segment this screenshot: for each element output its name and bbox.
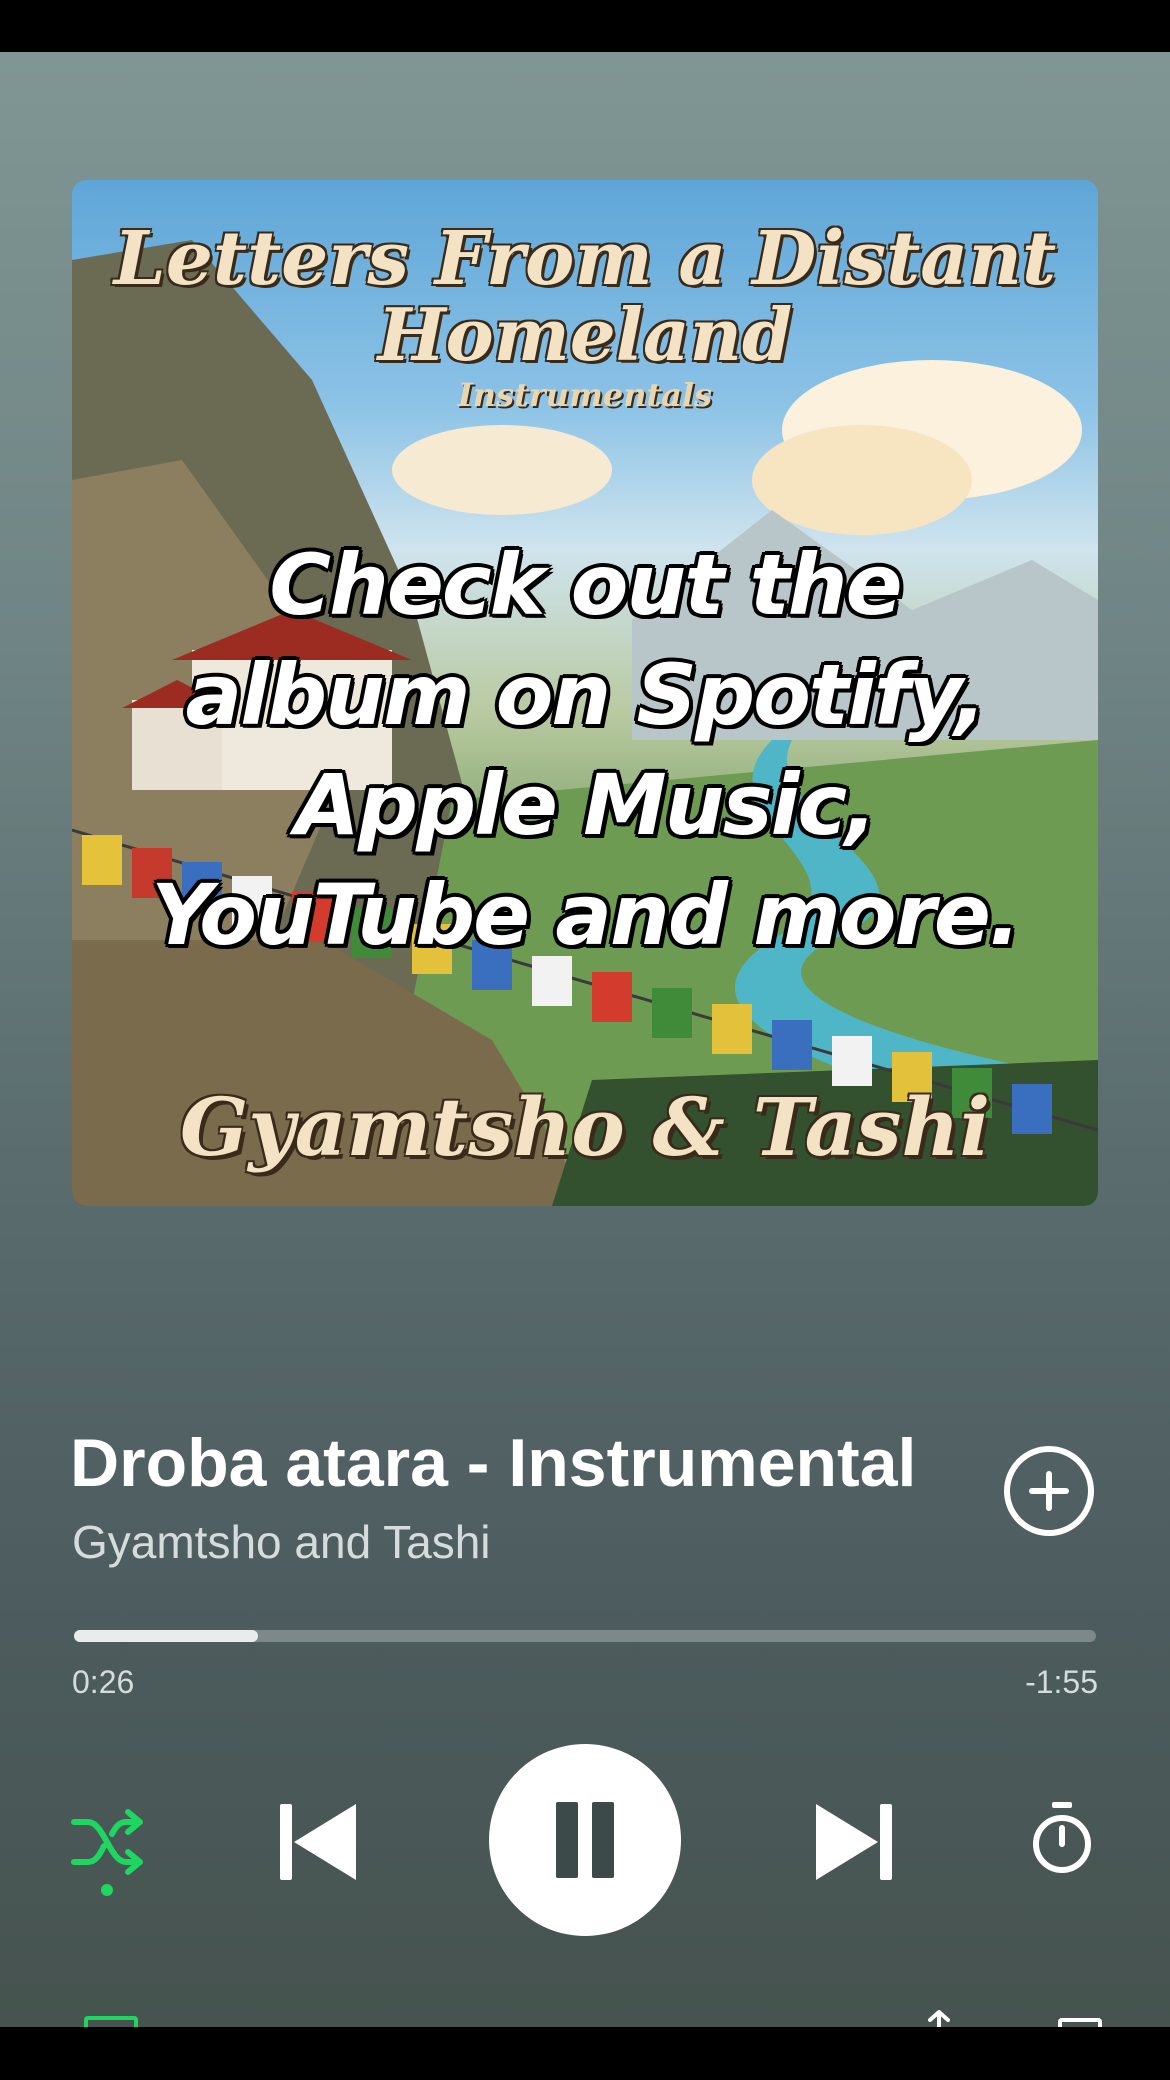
album-promo-text: Check out the album on Spotify, Apple Mu… [151,536,1021,964]
shuffle-icon [71,1809,143,1875]
add-to-library-button[interactable] [1004,1446,1094,1536]
album-title-line2: Homeland [377,292,793,377]
sleep-timer-icon [1033,1802,1091,1873]
progress-fill [74,1630,258,1642]
previous-button[interactable] [278,1800,358,1884]
next-button[interactable] [814,1800,894,1884]
album-artist-text: Gyamtsho & Tashi [179,1080,991,1174]
track-artist[interactable]: Gyamtsho and Tashi [72,1515,972,1569]
sleep-timer-button[interactable] [1030,1800,1094,1876]
album-title-line1: Letters From a Distant [113,216,1057,302]
time-elapsed: 0:26 [72,1664,135,1700]
status-bar [0,0,1170,52]
progress-bar[interactable] [74,1630,1096,1642]
skip-previous-icon [280,1804,356,1880]
time-remaining: -1:55 [1025,1664,1098,1700]
album-subtitle: Instrumentals [457,376,713,414]
shuffle-active-indicator [101,1884,113,1896]
skip-next-icon [816,1804,892,1880]
track-title[interactable]: Droba atara - Instrumental [70,1424,970,1502]
album-art: Letters From a Distant Homeland Instrume… [72,180,1098,1206]
play-pause-button[interactable] [489,1744,681,1936]
system-navigation-bar [0,2027,1170,2080]
shuffle-button[interactable] [70,1804,146,1880]
